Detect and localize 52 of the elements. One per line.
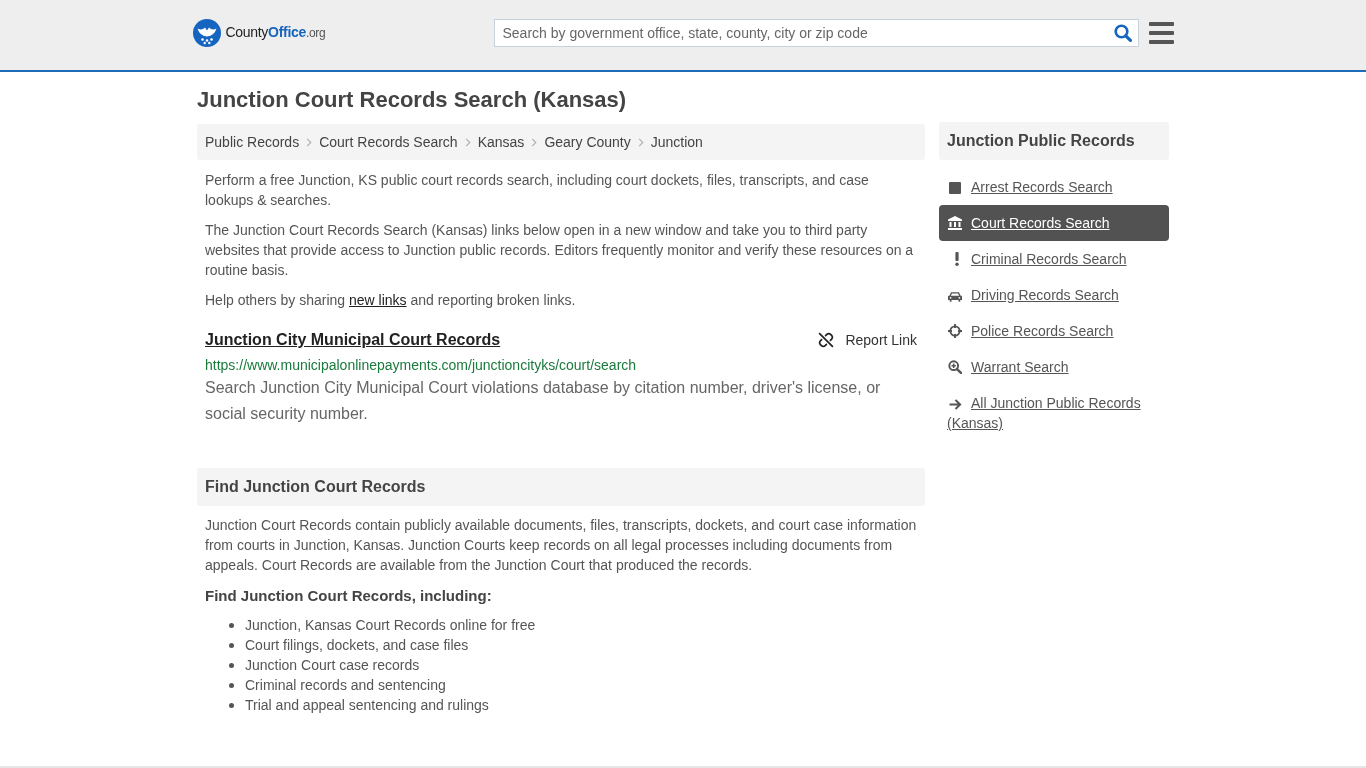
section-text: Junction Court Records contain publicly available documents, files, transcripts, dockets, and court case information from courts in Junction, Kansas. Junction Courts keep records on all legal processes including documents from appeals. Court Records are available from the Junction Court that produced the records. <box>204 516 918 575</box>
list-item-text: Junction, Kansas Court Records online for free <box>245 616 536 635</box>
breadcrumb-link[interactable]: Geary County <box>544 131 631 153</box>
crosshair-icon <box>948 324 962 338</box>
broken-link-icon <box>818 332 835 348</box>
list-item-text: Junction Court case records <box>245 656 420 675</box>
sidebar-link[interactable]: All Junction Public Records (Kansas) <box>939 385 1169 441</box>
section-heading: Find Junction Court Records <box>197 468 925 506</box>
result-url: https://www.municipalonlinepayments.com/junctioncityks/court/search <box>205 356 638 375</box>
sidebar-link[interactable]: Court Records Search <box>939 205 1169 241</box>
breadcrumb-link[interactable]: Public Records <box>205 131 300 153</box>
sidebar-link[interactable]: Police Records Search <box>939 313 1169 349</box>
logo-text[interactable]: CountyOffice.org <box>225 24 326 41</box>
chevron-right-icon <box>306 137 313 147</box>
bullet-icon <box>229 702 234 708</box>
bullet-icon <box>229 622 234 628</box>
page-title: Junction Court Records Search (Kansas) <box>197 87 628 113</box>
bullet-icon <box>229 642 234 648</box>
list-item-text: Court filings, dockets, and case files <box>245 636 469 655</box>
breadcrumb-link[interactable]: Kansas <box>477 131 525 153</box>
list-item-text: Trial and appeal sentencing and rulings <box>245 696 489 715</box>
sidebar-link[interactable]: Arrest Records Search <box>939 169 1169 205</box>
arrow-right-icon <box>948 399 962 410</box>
columns-building-icon <box>948 216 962 230</box>
help-text: Help others by sharing new links and reporting broken links. <box>204 291 577 310</box>
result-title-link[interactable]: Junction City Municipal Court Records <box>205 329 501 351</box>
logo-emblem-icon[interactable] <box>192 18 221 47</box>
sidebar-heading: Junction Public Records <box>939 122 1169 160</box>
chevron-right-icon <box>464 137 471 147</box>
bullet-icon <box>229 682 234 688</box>
chevron-right-icon <box>637 137 644 147</box>
bullet-icon <box>229 662 234 668</box>
result-description: Search Junction City Municipal Court violations database by citation number, driver's license, or social security number. <box>205 378 882 424</box>
menu-icon[interactable] <box>1148 21 1174 44</box>
list-item-text: Criminal records and sentencing <box>245 676 446 695</box>
exclamation-icon <box>955 252 959 266</box>
search-icon[interactable] <box>1113 23 1132 42</box>
chevron-right-icon <box>531 137 538 147</box>
square-icon <box>949 182 961 194</box>
breadcrumb-link[interactable]: Court Records Search <box>319 131 458 153</box>
intro-text: Perform a free Junction, KS public court records search, including court dockets, files, transcripts, and case lookups & searches. <box>204 171 870 210</box>
search-field[interactable]: Search by government office, state, county, city or zip code <box>493 18 1139 47</box>
sidebar-link[interactable]: Criminal Records Search <box>939 241 1169 277</box>
intro-text: The Junction Court Records Search (Kansas) links below open in a new window and take you to third party websites that provide access to Junction public records. Editors frequently monitor and verify these resources on a routine basis. <box>204 221 915 280</box>
zoom-in-icon <box>948 360 962 374</box>
list-heading: Find Junction Court Records, including: <box>204 586 493 606</box>
sidebar-link[interactable]: Warrant Search <box>939 349 1169 385</box>
breadcrumb-link[interactable]: Junction <box>650 131 703 153</box>
report-link[interactable]: Report Link <box>818 330 917 350</box>
car-icon <box>948 291 962 302</box>
new-links-link[interactable]: new links <box>348 292 407 308</box>
sidebar-link[interactable]: Driving Records Search <box>939 277 1169 313</box>
